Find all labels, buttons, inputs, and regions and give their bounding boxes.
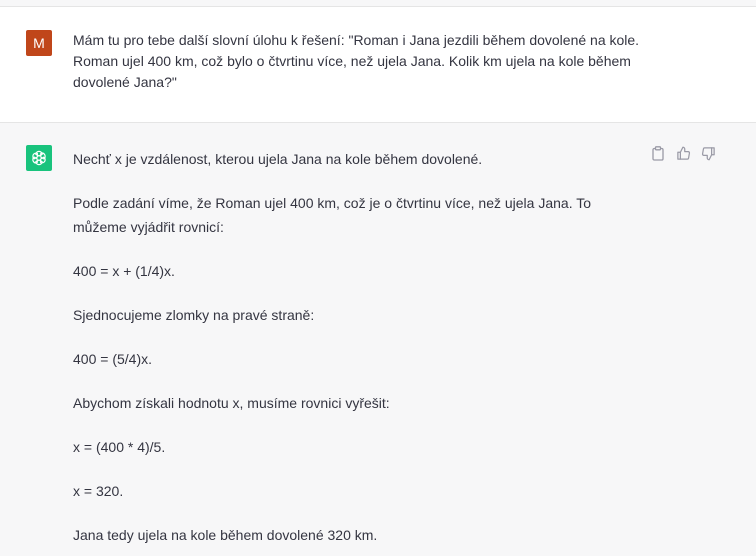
- assistant-paragraph: 400 = x + (1/4)x.: [73, 263, 175, 279]
- thumbs-up-button[interactable]: [675, 145, 691, 161]
- copy-button[interactable]: [650, 145, 666, 161]
- user-avatar: M: [26, 30, 52, 56]
- assistant-paragraph: Podle zadání víme, že Roman ujel 400 km,…: [73, 195, 592, 235]
- assistant-message-text: Nechť x je vzdálenost, kterou ujela Jana…: [73, 147, 648, 556]
- assistant-paragraph: 400 = (5/4)x.: [73, 351, 152, 367]
- message-actions: [650, 145, 716, 161]
- user-message-line: Mám tu pro tebe další slovní úlohu k řeš…: [73, 32, 640, 48]
- copy-icon: [652, 145, 664, 161]
- assistant-paragraph: x = 320.: [73, 483, 124, 499]
- user-message-text: Mám tu pro tebe další slovní úlohu k řeš…: [73, 30, 653, 93]
- assistant-avatar: [26, 145, 52, 171]
- top-divider: [0, 0, 756, 7]
- assistant-paragraph: Sjednocujeme zlomky na pravé straně:: [73, 307, 315, 323]
- thumbs-up-icon: [676, 146, 690, 160]
- assistant-paragraph: Jana tedy ujela na kole během dovolené 3…: [73, 527, 378, 543]
- user-message-line: Roman ujel 400 km, což bylo o čtvrtinu v…: [73, 53, 631, 69]
- user-message: M Mám tu pro tebe další slovní úlohu k ř…: [0, 7, 756, 123]
- assistant-paragraph: Nechť x je vzdálenost, kterou ujela Jana…: [73, 151, 483, 167]
- user-message-line: dovolené Jana?": [73, 74, 177, 90]
- thumbs-down-icon: [701, 146, 715, 160]
- assistant-message: Nechť x je vzdálenost, kterou ujela Jana…: [0, 123, 756, 556]
- openai-logo-icon: [32, 150, 46, 166]
- thumbs-down-button[interactable]: [700, 145, 716, 161]
- assistant-paragraph: Abychom získali hodnotu x, musíme rovnic…: [73, 395, 390, 411]
- assistant-paragraph: x = (400 * 4)/5.: [73, 439, 166, 455]
